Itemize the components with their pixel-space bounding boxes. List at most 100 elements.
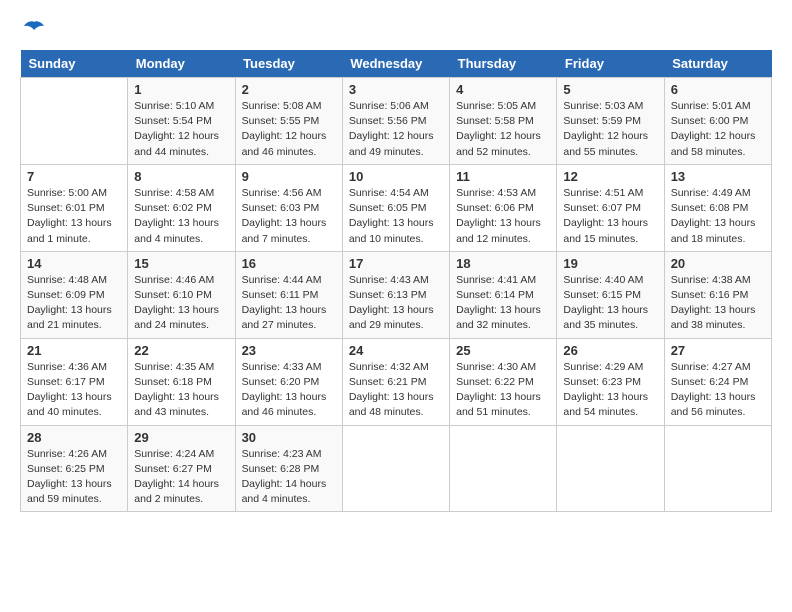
- day-number: 16: [242, 256, 336, 271]
- cell-content: Sunrise: 4:33 AM Sunset: 6:20 PM Dayligh…: [242, 360, 336, 421]
- cell-content: Sunrise: 4:30 AM Sunset: 6:22 PM Dayligh…: [456, 360, 550, 421]
- day-number: 1: [134, 82, 228, 97]
- calendar-cell: 19 Sunrise: 4:40 AM Sunset: 6:15 PM Dayli…: [557, 251, 664, 338]
- day-number: 26: [563, 343, 657, 358]
- calendar-cell: 17 Sunrise: 4:43 AM Sunset: 6:13 PM Dayli…: [342, 251, 449, 338]
- cell-content: Sunrise: 4:38 AM Sunset: 6:16 PM Dayligh…: [671, 273, 765, 334]
- cell-content: Sunrise: 4:40 AM Sunset: 6:15 PM Dayligh…: [563, 273, 657, 334]
- cell-content: Sunrise: 5:08 AM Sunset: 5:55 PM Dayligh…: [242, 99, 336, 160]
- day-number: 5: [563, 82, 657, 97]
- calendar-cell: 16 Sunrise: 4:44 AM Sunset: 6:11 PM Dayli…: [235, 251, 342, 338]
- calendar-cell: [450, 425, 557, 512]
- day-number: 30: [242, 430, 336, 445]
- calendar-cell: 7Sunrise: 5:00 AM Sunset: 6:01 PM Daylig…: [21, 164, 128, 251]
- day-number: 23: [242, 343, 336, 358]
- cell-content: Sunrise: 4:27 AM Sunset: 6:24 PM Dayligh…: [671, 360, 765, 421]
- calendar-week-row: 21 Sunrise: 4:36 AM Sunset: 6:17 PM Dayli…: [21, 338, 772, 425]
- cell-content: Sunrise: 4:43 AM Sunset: 6:13 PM Dayligh…: [349, 273, 443, 334]
- calendar-cell: 27 Sunrise: 4:27 AM Sunset: 6:24 PM Dayli…: [664, 338, 771, 425]
- day-number: 15: [134, 256, 228, 271]
- page-header: [20, 20, 772, 34]
- calendar-week-row: 14 Sunrise: 4:48 AM Sunset: 6:09 PM Dayli…: [21, 251, 772, 338]
- calendar-cell: 23 Sunrise: 4:33 AM Sunset: 6:20 PM Dayli…: [235, 338, 342, 425]
- day-number: 12: [563, 169, 657, 184]
- cell-content: Sunrise: 4:56 AM Sunset: 6:03 PM Dayligh…: [242, 186, 336, 247]
- day-number: 19: [563, 256, 657, 271]
- calendar-cell: 18Sunrise: 4:41 AM Sunset: 6:14 PM Dayli…: [450, 251, 557, 338]
- cell-content: Sunrise: 4:29 AM Sunset: 6:23 PM Dayligh…: [563, 360, 657, 421]
- calendar-cell: 20 Sunrise: 4:38 AM Sunset: 6:16 PM Dayli…: [664, 251, 771, 338]
- cell-content: Sunrise: 5:03 AM Sunset: 5:59 PM Dayligh…: [563, 99, 657, 160]
- day-number: 13: [671, 169, 765, 184]
- cell-content: Sunrise: 4:26 AM Sunset: 6:25 PM Dayligh…: [27, 447, 121, 508]
- calendar-cell: [664, 425, 771, 512]
- calendar-cell: 3Sunrise: 5:06 AM Sunset: 5:56 PM Daylig…: [342, 78, 449, 165]
- calendar-cell: 15 Sunrise: 4:46 AM Sunset: 6:10 PM Dayli…: [128, 251, 235, 338]
- day-number: 18: [456, 256, 550, 271]
- logo: [20, 20, 46, 34]
- day-number: 2: [242, 82, 336, 97]
- calendar-cell: 22Sunrise: 4:35 AM Sunset: 6:18 PM Dayli…: [128, 338, 235, 425]
- day-number: 17: [349, 256, 443, 271]
- calendar-cell: 11Sunrise: 4:53 AM Sunset: 6:06 PM Dayli…: [450, 164, 557, 251]
- calendar-cell: 21 Sunrise: 4:36 AM Sunset: 6:17 PM Dayli…: [21, 338, 128, 425]
- calendar-cell: 8 Sunrise: 4:58 AM Sunset: 6:02 PM Daylig…: [128, 164, 235, 251]
- calendar-cell: 2 Sunrise: 5:08 AM Sunset: 5:55 PM Daylig…: [235, 78, 342, 165]
- column-header-monday: Monday: [128, 50, 235, 78]
- calendar-cell: 25 Sunrise: 4:30 AM Sunset: 6:22 PM Dayli…: [450, 338, 557, 425]
- day-number: 25: [456, 343, 550, 358]
- calendar-table: SundayMondayTuesdayWednesdayThursdayFrid…: [20, 50, 772, 512]
- cell-content: Sunrise: 4:58 AM Sunset: 6:02 PM Dayligh…: [134, 186, 228, 247]
- cell-content: Sunrise: 4:51 AM Sunset: 6:07 PM Dayligh…: [563, 186, 657, 247]
- day-number: 27: [671, 343, 765, 358]
- day-number: 10: [349, 169, 443, 184]
- cell-content: Sunrise: 4:48 AM Sunset: 6:09 PM Dayligh…: [27, 273, 121, 334]
- cell-content: Sunrise: 4:24 AM Sunset: 6:27 PM Dayligh…: [134, 447, 228, 508]
- calendar-week-row: 7Sunrise: 5:00 AM Sunset: 6:01 PM Daylig…: [21, 164, 772, 251]
- column-header-saturday: Saturday: [664, 50, 771, 78]
- cell-content: Sunrise: 4:49 AM Sunset: 6:08 PM Dayligh…: [671, 186, 765, 247]
- calendar-cell: [557, 425, 664, 512]
- cell-content: Sunrise: 4:54 AM Sunset: 6:05 PM Dayligh…: [349, 186, 443, 247]
- cell-content: Sunrise: 4:44 AM Sunset: 6:11 PM Dayligh…: [242, 273, 336, 334]
- calendar-week-row: 28 Sunrise: 4:26 AM Sunset: 6:25 PM Dayli…: [21, 425, 772, 512]
- day-number: 6: [671, 82, 765, 97]
- calendar-cell: 5 Sunrise: 5:03 AM Sunset: 5:59 PM Daylig…: [557, 78, 664, 165]
- day-number: 3: [349, 82, 443, 97]
- day-number: 21: [27, 343, 121, 358]
- day-number: 24: [349, 343, 443, 358]
- column-header-wednesday: Wednesday: [342, 50, 449, 78]
- day-number: 4: [456, 82, 550, 97]
- calendar-cell: 29 Sunrise: 4:24 AM Sunset: 6:27 PM Dayli…: [128, 425, 235, 512]
- cell-content: Sunrise: 4:36 AM Sunset: 6:17 PM Dayligh…: [27, 360, 121, 421]
- calendar-cell: 26 Sunrise: 4:29 AM Sunset: 6:23 PM Dayli…: [557, 338, 664, 425]
- calendar-cell: 4Sunrise: 5:05 AM Sunset: 5:58 PM Daylig…: [450, 78, 557, 165]
- calendar-cell: 30 Sunrise: 4:23 AM Sunset: 6:28 PM Dayli…: [235, 425, 342, 512]
- calendar-cell: 14 Sunrise: 4:48 AM Sunset: 6:09 PM Dayli…: [21, 251, 128, 338]
- logo-bird-icon: [22, 20, 46, 38]
- calendar-cell: 12 Sunrise: 4:51 AM Sunset: 6:07 PM Dayli…: [557, 164, 664, 251]
- calendar-cell: 24 Sunrise: 4:32 AM Sunset: 6:21 PM Dayli…: [342, 338, 449, 425]
- column-header-thursday: Thursday: [450, 50, 557, 78]
- cell-content: Sunrise: 5:00 AM Sunset: 6:01 PM Dayligh…: [27, 186, 121, 247]
- day-number: 29: [134, 430, 228, 445]
- day-number: 20: [671, 256, 765, 271]
- calendar-week-row: 1 Sunrise: 5:10 AM Sunset: 5:54 PM Daylig…: [21, 78, 772, 165]
- day-number: 28: [27, 430, 121, 445]
- cell-content: Sunrise: 4:46 AM Sunset: 6:10 PM Dayligh…: [134, 273, 228, 334]
- calendar-header-row: SundayMondayTuesdayWednesdayThursdayFrid…: [21, 50, 772, 78]
- cell-content: Sunrise: 5:10 AM Sunset: 5:54 PM Dayligh…: [134, 99, 228, 160]
- cell-content: Sunrise: 4:53 AM Sunset: 6:06 PM Dayligh…: [456, 186, 550, 247]
- column-header-tuesday: Tuesday: [235, 50, 342, 78]
- cell-content: Sunrise: 4:32 AM Sunset: 6:21 PM Dayligh…: [349, 360, 443, 421]
- calendar-cell: 6 Sunrise: 5:01 AM Sunset: 6:00 PM Daylig…: [664, 78, 771, 165]
- day-number: 14: [27, 256, 121, 271]
- cell-content: Sunrise: 4:23 AM Sunset: 6:28 PM Dayligh…: [242, 447, 336, 508]
- day-number: 22: [134, 343, 228, 358]
- calendar-cell: 9Sunrise: 4:56 AM Sunset: 6:03 PM Daylig…: [235, 164, 342, 251]
- calendar-cell: [342, 425, 449, 512]
- column-header-friday: Friday: [557, 50, 664, 78]
- column-header-sunday: Sunday: [21, 50, 128, 78]
- cell-content: Sunrise: 5:01 AM Sunset: 6:00 PM Dayligh…: [671, 99, 765, 160]
- day-number: 8: [134, 169, 228, 184]
